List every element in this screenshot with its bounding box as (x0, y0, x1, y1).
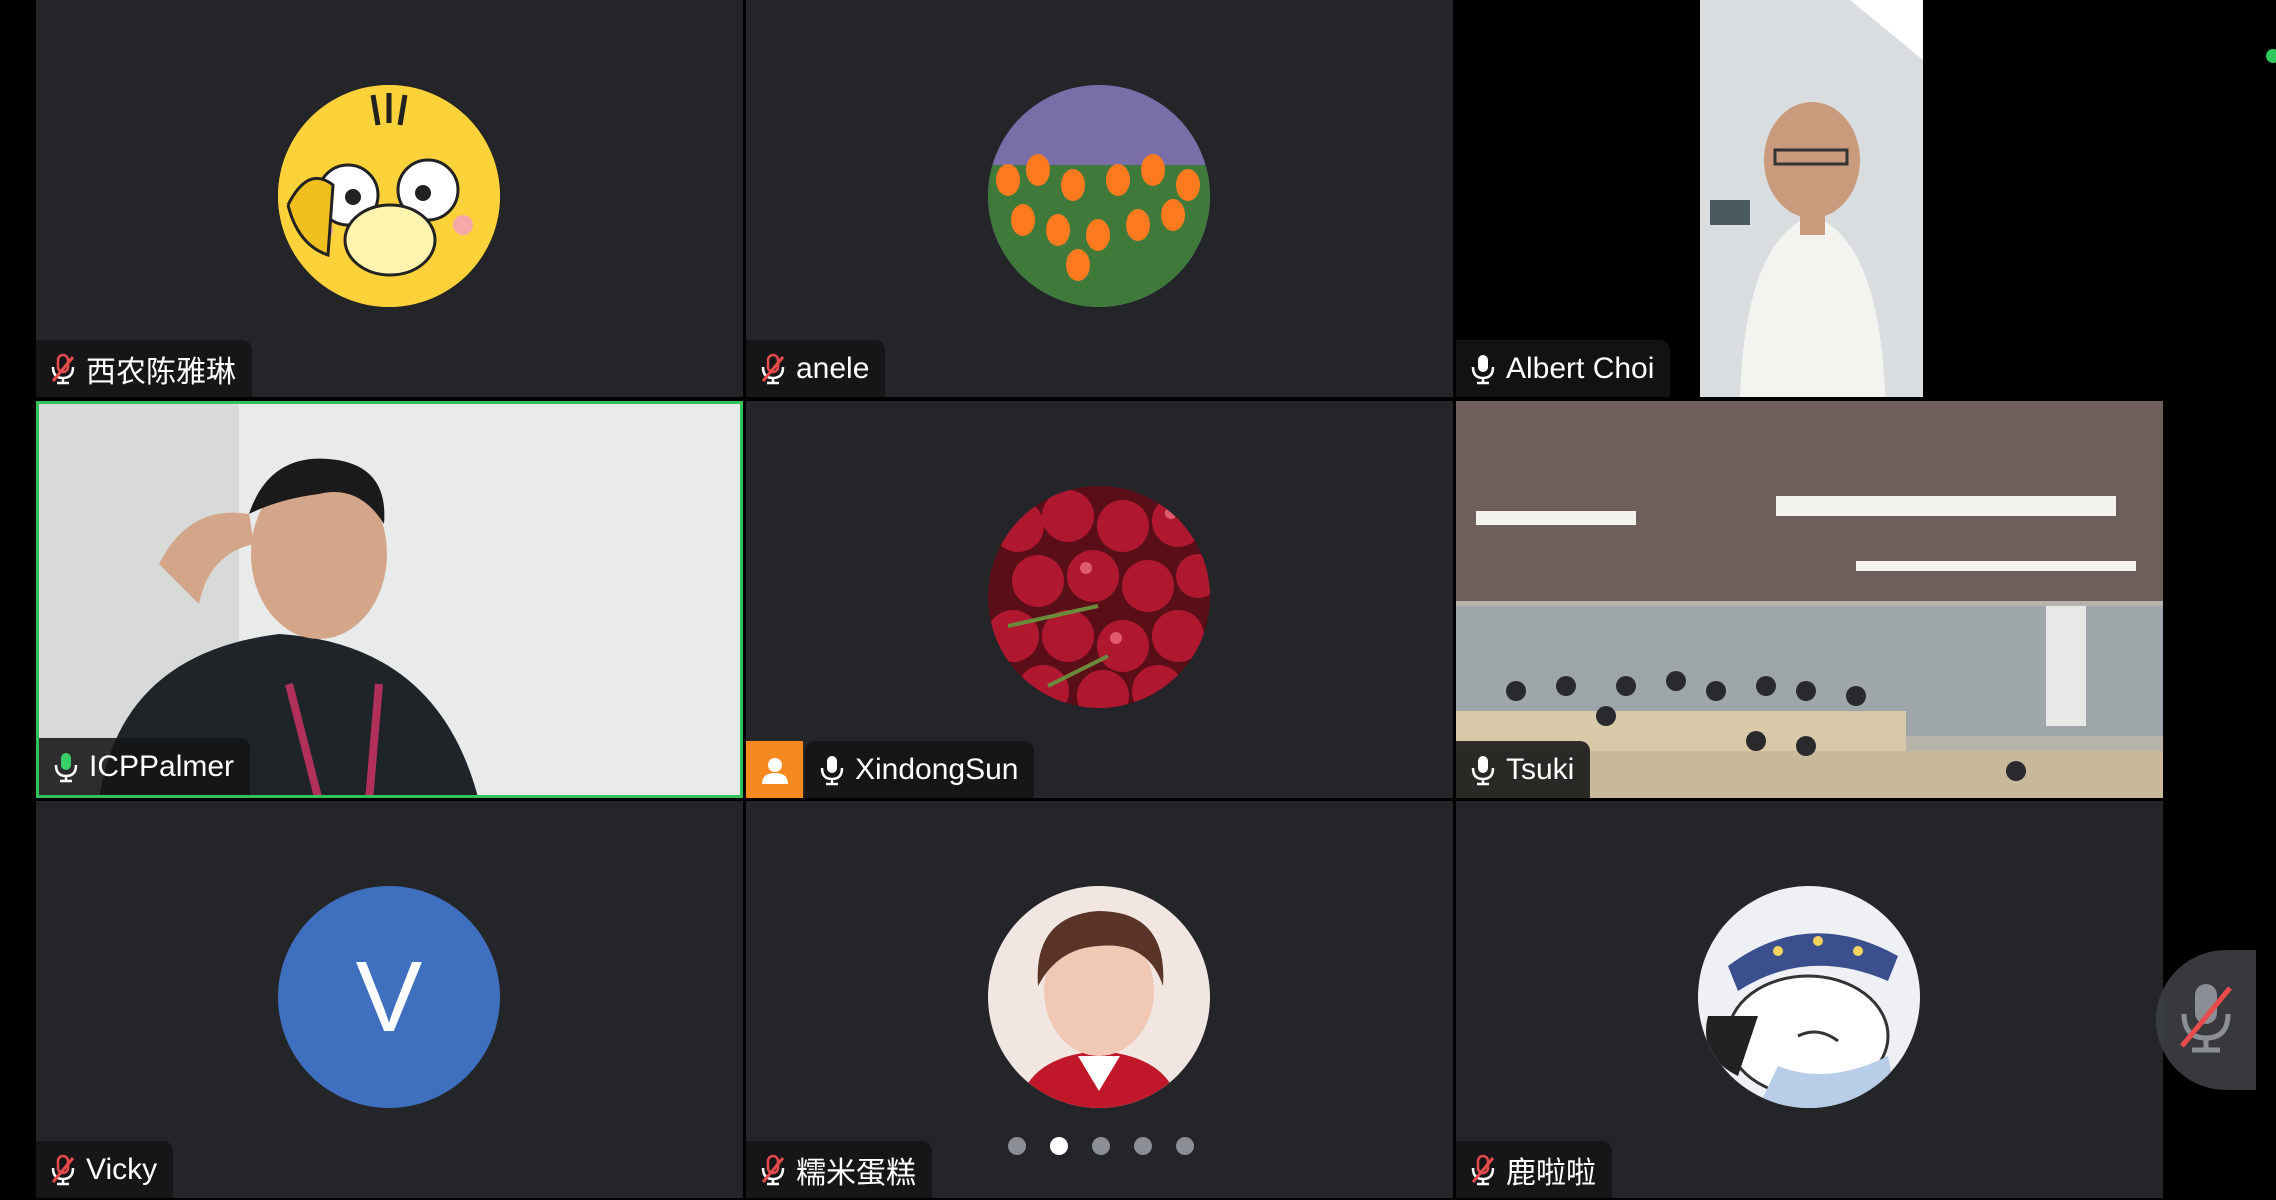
portrait-avatar (988, 886, 1210, 1108)
cartoon-dog-avatar (1698, 886, 1920, 1108)
initial-avatar: V (278, 886, 500, 1108)
page-dot[interactable] (1008, 1137, 1026, 1155)
participant-tile-6[interactable]: Tsuki (1456, 401, 2163, 798)
participant-name: anele (796, 351, 870, 385)
participant-name: 西农陈雅琳 (86, 355, 236, 389)
participant-name-tag: Vicky (36, 1141, 174, 1198)
participant-video (39, 404, 740, 795)
participant-name: 糯米蛋糕 (796, 1156, 916, 1190)
participant-name-tag: 鹿啦啦 (1456, 1141, 1612, 1198)
participant-tile-1[interactable]: 西农陈雅琳 (36, 0, 743, 397)
participant-tile-5[interactable]: XindongSun (746, 401, 1453, 798)
participant-tile-3[interactable]: Albert Choi (1456, 0, 2163, 397)
connection-status-dot (2266, 49, 2276, 63)
participant-name: Albert Choi (1506, 351, 1655, 385)
participant-name: Vicky (86, 1152, 158, 1186)
page-dot[interactable] (1092, 1137, 1110, 1155)
participant-name-tag: 西农陈雅琳 (36, 340, 252, 397)
page-dot[interactable] (1134, 1137, 1152, 1155)
mic-icon (819, 754, 845, 786)
mic-speaking-icon (53, 751, 79, 783)
host-badge-icon (746, 741, 803, 798)
page-indicator (1008, 1137, 1194, 1155)
mic-icon (1470, 353, 1496, 385)
participant-tile-4[interactable]: ICPPalmer (36, 401, 743, 798)
participant-tile-2[interactable]: anele (746, 0, 1453, 397)
tulips-avatar (988, 85, 1210, 307)
mic-muted-icon (50, 1154, 76, 1186)
participant-video (1456, 401, 2163, 798)
mic-muted-icon (1470, 1154, 1496, 1186)
participant-name: Tsuki (1506, 752, 1575, 786)
mic-icon (1470, 754, 1496, 786)
page-dot-current[interactable] (1050, 1137, 1068, 1155)
participant-name-tag: ICPPalmer (39, 738, 251, 795)
participant-tile-9[interactable]: 鹿啦啦 (1456, 801, 2163, 1198)
mic-off-icon (2176, 980, 2236, 1061)
duck-avatar (278, 85, 500, 307)
participant-name: XindongSun (855, 752, 1019, 786)
avatar-initial: V (355, 940, 423, 1053)
mic-muted-icon (50, 353, 76, 385)
participant-name: ICPPalmer (89, 749, 235, 783)
mic-muted-icon (760, 1154, 786, 1186)
participant-tile-7[interactable]: V Vicky (36, 801, 743, 1198)
participant-name-tag: XindongSun (805, 741, 1035, 798)
participant-name-tag: 糯米蛋糕 (746, 1141, 932, 1198)
cherries-avatar (988, 486, 1210, 708)
participant-video (1700, 0, 1923, 397)
floating-mute-button[interactable] (2156, 950, 2256, 1090)
page-dot[interactable] (1176, 1137, 1194, 1155)
participant-name-tag: Tsuki (1456, 741, 1591, 798)
participant-name-tag: anele (746, 340, 886, 397)
participant-name: 鹿啦啦 (1506, 1156, 1596, 1190)
participant-name-tag: Albert Choi (1456, 340, 1671, 397)
mic-muted-icon (760, 353, 786, 385)
